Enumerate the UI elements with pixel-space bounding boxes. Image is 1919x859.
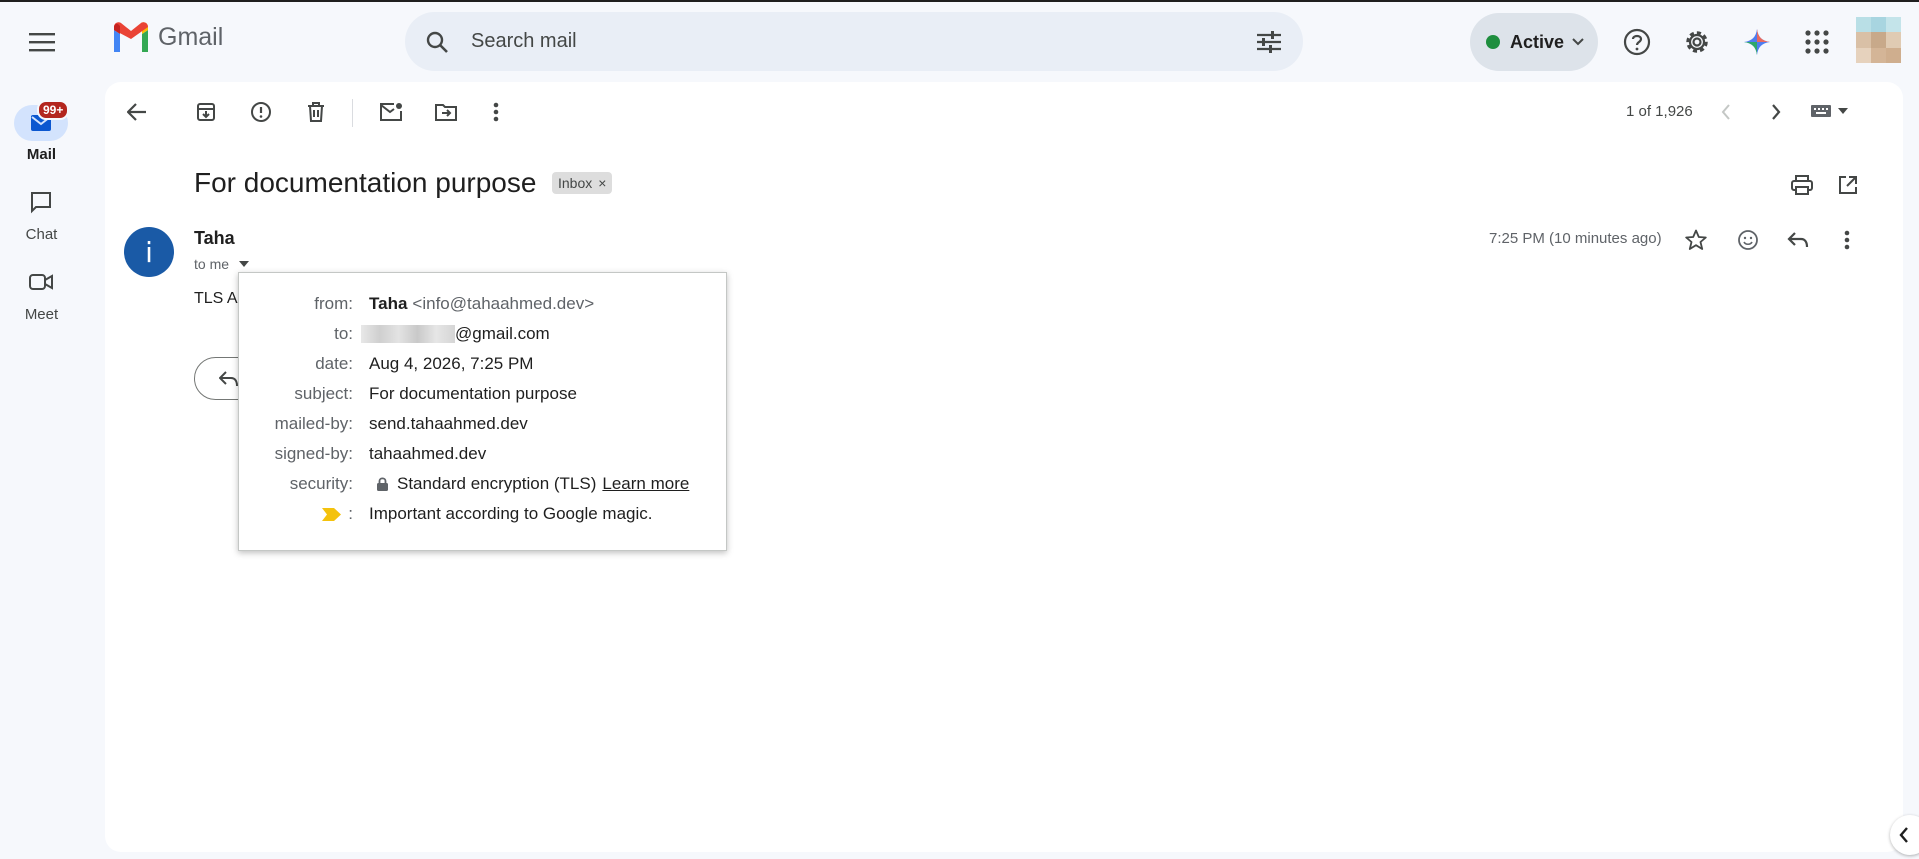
from-value: Taha <info@tahaahmed.dev> bbox=[369, 294, 594, 314]
apps-icon[interactable] bbox=[1797, 22, 1837, 62]
lock-icon bbox=[377, 476, 388, 491]
sender-avatar[interactable]: i bbox=[124, 227, 174, 277]
redacted-block bbox=[361, 325, 455, 343]
status-dot bbox=[1486, 35, 1500, 49]
details-subject-row: subject: For documentation purpose bbox=[239, 384, 728, 406]
mark-unread-icon[interactable] bbox=[371, 92, 411, 132]
input-tools-icon[interactable] bbox=[1810, 104, 1848, 118]
details-mailed-by-row: mailed-by: send.tahaahmed.dev bbox=[239, 414, 728, 436]
to-email: @gmail.com bbox=[455, 324, 550, 343]
toolbar-divider bbox=[352, 99, 353, 127]
mail-unread-badge: 99+ bbox=[37, 100, 70, 120]
security-value: Standard encryption (TLS) Learn more bbox=[369, 474, 689, 494]
reply-button-icon bbox=[219, 371, 238, 387]
delete-icon[interactable] bbox=[296, 92, 336, 132]
more-icon[interactable] bbox=[476, 92, 516, 132]
message-body: TLS A bbox=[194, 290, 238, 307]
label-chip-text: Inbox bbox=[558, 175, 593, 191]
message-more-icon[interactable] bbox=[1827, 220, 1867, 260]
recipient-summary[interactable]: to me bbox=[194, 256, 250, 272]
importance-value: Important according to Google magic. bbox=[369, 504, 653, 523]
rail-mail-label[interactable]: Mail bbox=[0, 146, 83, 163]
importance-colon: : bbox=[348, 504, 353, 523]
from-name: Taha bbox=[369, 294, 408, 313]
search-icon[interactable] bbox=[417, 22, 457, 62]
pager-text: 1 of 1,926 bbox=[1626, 103, 1693, 120]
mailed-by-value: send.tahaahmed.dev bbox=[369, 414, 528, 433]
search-input[interactable]: Search mail bbox=[471, 30, 1249, 53]
subject-value: For documentation purpose bbox=[369, 384, 577, 403]
rail-chat-label[interactable]: Chat bbox=[0, 226, 83, 243]
star-icon[interactable] bbox=[1676, 220, 1716, 260]
meet-icon[interactable] bbox=[21, 262, 61, 302]
search-options-icon[interactable] bbox=[1249, 22, 1289, 62]
details-security-row: security: Standard encryption (TLS) Lear… bbox=[239, 474, 728, 496]
print-icon[interactable] bbox=[1782, 165, 1822, 205]
report-spam-icon[interactable] bbox=[241, 92, 281, 132]
status-label: Active bbox=[1510, 31, 1565, 52]
details-from-row: from: Taha <info@tahaahmed.dev> bbox=[239, 294, 728, 316]
date-label: date: bbox=[315, 354, 353, 373]
security-text: Standard encryption (TLS) bbox=[397, 474, 597, 493]
open-in-new-window-icon[interactable] bbox=[1828, 165, 1868, 205]
subject-label: subject: bbox=[294, 384, 353, 403]
learn-more-link[interactable]: Learn more bbox=[602, 474, 689, 494]
details-signed-by-row: signed-by: tahaahmed.dev bbox=[239, 444, 728, 466]
date-value: Aug 4, 2026, 7:25 PM bbox=[369, 354, 534, 373]
account-avatar[interactable] bbox=[1856, 17, 1901, 63]
signed-by-label: signed-by: bbox=[274, 444, 353, 463]
chevron-left-icon bbox=[1899, 827, 1908, 843]
gmail-logo[interactable]: Gmail bbox=[111, 22, 223, 52]
importance-marker-icon bbox=[322, 508, 341, 521]
details-date-row: date: Aug 4, 2026, 7:25 PM bbox=[239, 354, 728, 376]
reply-icon[interactable] bbox=[1778, 220, 1818, 260]
window-top-border bbox=[0, 0, 1919, 2]
search-bar[interactable]: Search mail bbox=[405, 12, 1303, 71]
chevron-down-icon bbox=[1572, 38, 1584, 46]
details-importance-row: : Important according to Google magic. bbox=[239, 504, 728, 526]
details-to-row: to: @gmail.com bbox=[239, 324, 728, 346]
recipient-summary-text: to me bbox=[194, 256, 230, 272]
help-icon[interactable] bbox=[1617, 22, 1657, 62]
security-label: security: bbox=[289, 474, 353, 493]
message-details-popup: from: Taha <info@tahaahmed.dev> to: @gma… bbox=[238, 272, 727, 551]
details-dropdown-icon[interactable] bbox=[239, 261, 250, 267]
message-timestamp: 7:25 PM (10 minutes ago) bbox=[1489, 230, 1662, 247]
from-label: from: bbox=[314, 294, 353, 313]
move-to-icon[interactable] bbox=[426, 92, 466, 132]
app-name: Gmail bbox=[158, 22, 224, 51]
sender-name[interactable]: Taha bbox=[194, 228, 235, 249]
back-arrow-icon[interactable] bbox=[117, 92, 157, 132]
remove-label-button[interactable]: × bbox=[598, 175, 606, 191]
email-subject: For documentation purpose bbox=[194, 167, 537, 198]
newer-icon[interactable] bbox=[1706, 92, 1746, 132]
rail-meet-label[interactable]: Meet bbox=[0, 306, 83, 323]
to-value: @gmail.com bbox=[361, 324, 550, 344]
gmail-m-icon bbox=[114, 22, 148, 52]
settings-icon[interactable] bbox=[1677, 22, 1717, 62]
to-label: to: bbox=[334, 324, 353, 343]
signed-by-value: tahaahmed.dev bbox=[369, 444, 487, 463]
gemini-icon[interactable] bbox=[1737, 22, 1777, 62]
older-icon[interactable] bbox=[1756, 92, 1796, 132]
from-email: <info@tahaahmed.dev> bbox=[412, 294, 595, 313]
archive-icon[interactable] bbox=[186, 92, 226, 132]
label-chip: Inbox × bbox=[552, 172, 613, 194]
mailed-by-label: mailed-by: bbox=[274, 414, 353, 433]
main-menu-icon[interactable] bbox=[22, 22, 62, 62]
emoji-reaction-icon[interactable] bbox=[1728, 220, 1768, 260]
status-selector[interactable]: Active bbox=[1470, 13, 1598, 71]
chat-icon[interactable] bbox=[21, 182, 61, 222]
